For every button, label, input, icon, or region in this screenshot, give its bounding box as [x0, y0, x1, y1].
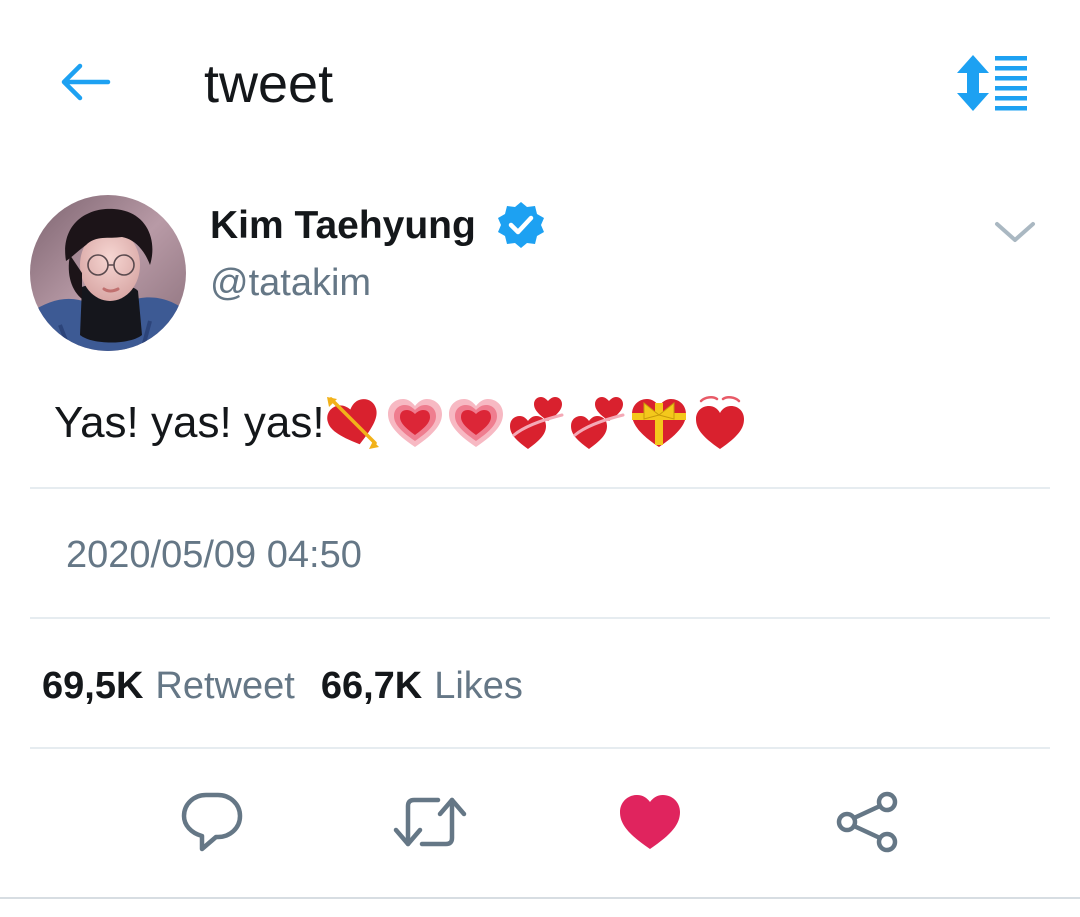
growing-heart-emoji: [387, 399, 442, 447]
tweet-menu-button[interactable]: [990, 212, 1040, 252]
sort-toggle-icon: [957, 55, 1027, 111]
reply-button[interactable]: [172, 786, 252, 858]
likes-label[interactable]: Likes: [434, 662, 523, 710]
retweet-icon: [393, 797, 467, 847]
author-name[interactable]: Kim Taehyung: [210, 202, 476, 250]
likes-count[interactable]: 66,7K: [321, 662, 422, 710]
retweets-label[interactable]: Retweet: [155, 662, 294, 710]
chevron-down-icon: [995, 222, 1035, 242]
tweet-emojis: [325, 395, 752, 451]
sort-toggle-button[interactable]: [950, 48, 1040, 118]
reply-icon: [181, 792, 243, 852]
divider: [0, 897, 1080, 899]
retweets-count[interactable]: 69,5K: [42, 662, 143, 710]
share-icon: [836, 791, 898, 853]
back-button[interactable]: [48, 52, 120, 112]
arrow-left-icon: [61, 63, 111, 101]
divider: [30, 617, 1050, 619]
tweet-text: Yas! yas! yas!: [54, 398, 325, 447]
growing-heart-emoji: [448, 399, 503, 447]
heart-with-arrow-emoji: [326, 397, 379, 449]
like-button[interactable]: [610, 786, 690, 858]
tweet-stats: 69,5K Retweet 66,7K Likes: [42, 662, 549, 710]
divider: [30, 487, 1050, 489]
divider: [30, 747, 1050, 749]
tweet-body: Yas! yas! yas!: [54, 393, 752, 453]
share-button[interactable]: [828, 786, 908, 858]
tweet-timestamp: 2020/05/09 04:50: [66, 534, 362, 576]
two-hearts-emoji: [509, 397, 564, 449]
verified-badge-icon: [496, 200, 546, 250]
page-title: tweet: [204, 54, 334, 114]
retweet-button[interactable]: [390, 786, 470, 858]
heart-with-ribbon-emoji: [631, 399, 686, 447]
two-hearts-emoji: [570, 397, 625, 449]
like-heart-icon: [620, 795, 680, 849]
beating-heart-emoji: [695, 396, 744, 449]
author-handle[interactable]: @tatakim: [210, 260, 371, 306]
avatar[interactable]: [30, 195, 186, 351]
